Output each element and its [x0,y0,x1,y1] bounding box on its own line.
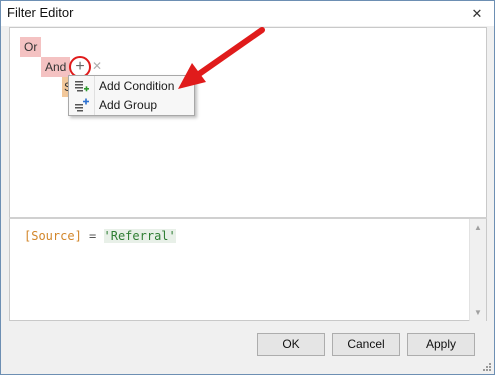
close-icon[interactable]: ✕ [470,7,484,21]
scroll-down-icon[interactable]: ▼ [474,308,482,317]
plus-icon: + [75,58,85,75]
add-group-icon [75,98,89,112]
expression-editor[interactable]: [Source] = 'Referral' ▲ ▼ [9,219,487,321]
expression-operator: = [89,229,97,243]
expression-value: 'Referral' [103,229,176,243]
add-context-menu: Add Condition Add Group [68,75,195,116]
expression-field: [Source] [24,229,82,243]
menu-label-add-condition: Add Condition [99,79,175,93]
resize-grip-icon[interactable] [482,362,492,372]
title-bar: Filter Editor ✕ [1,1,494,26]
window-title: Filter Editor [7,5,74,20]
menu-item-add-group[interactable]: Add Group [69,96,194,115]
apply-button[interactable]: Apply [407,333,475,356]
remove-icon[interactable]: ✕ [92,59,102,73]
ok-button[interactable]: OK [257,333,325,356]
cancel-button[interactable]: Cancel [332,333,400,356]
filter-tree-panel: Or And S + ✕ Add Condition [9,27,487,217]
group-or-node[interactable]: Or [20,37,42,57]
filter-expression: [Source] = 'Referral' [24,229,176,243]
group-and-node[interactable]: And [41,57,71,77]
scroll-up-icon[interactable]: ▲ [474,223,482,232]
add-condition-icon [75,81,89,92]
vertical-scrollbar[interactable]: ▲ ▼ [469,219,486,321]
menu-item-add-condition[interactable]: Add Condition [69,77,194,96]
menu-label-add-group: Add Group [99,98,158,112]
filter-editor-window: Filter Editor ✕ Or And S + ✕ Add Conditi… [0,0,495,375]
